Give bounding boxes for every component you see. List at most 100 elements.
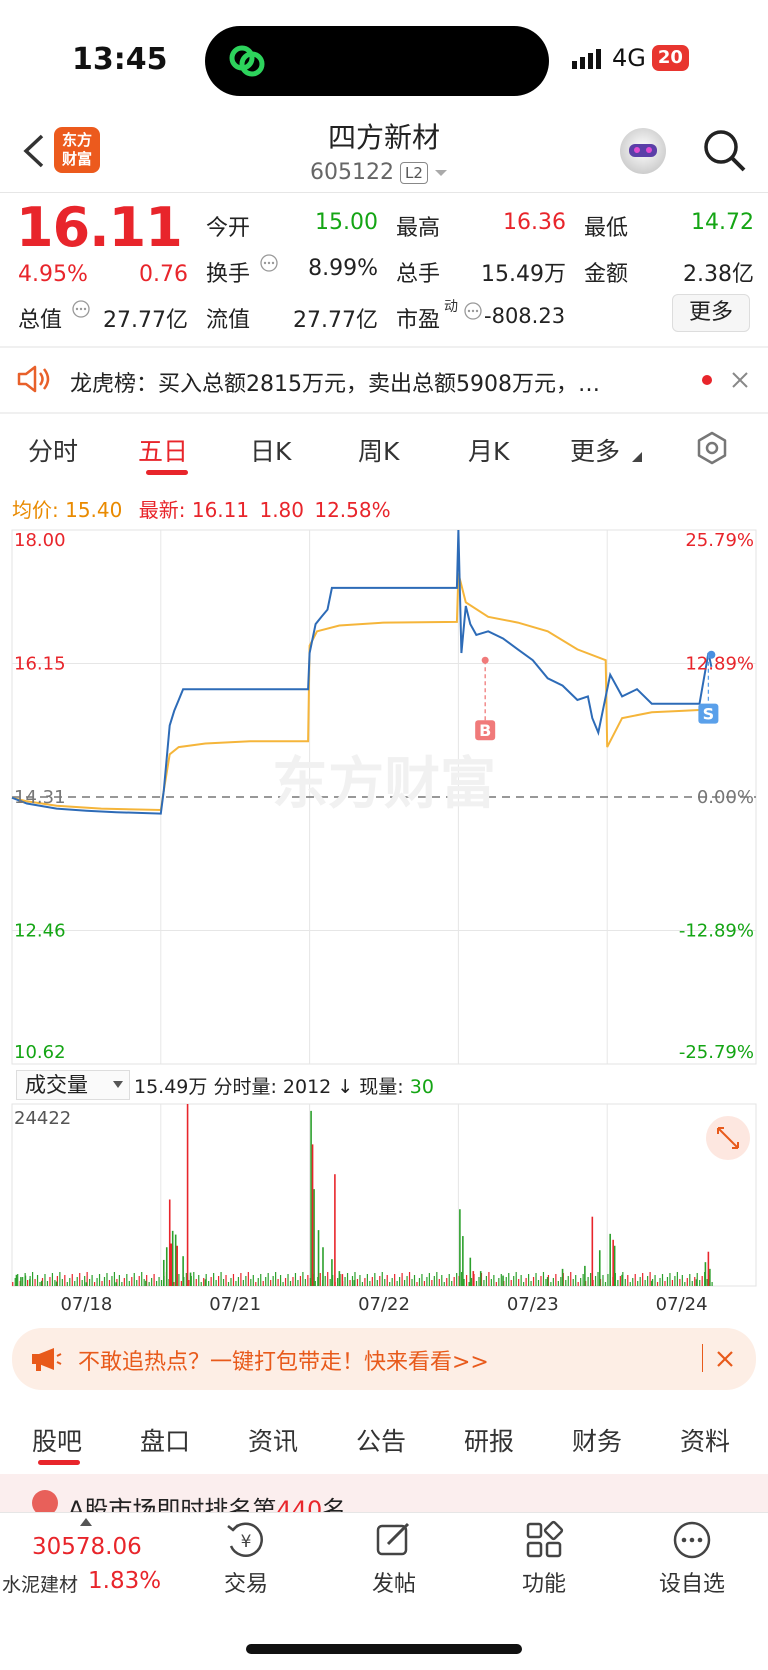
volume-frame (11, 1103, 757, 1287)
latest-change: 1.80 (259, 498, 304, 522)
y-tick-right: -25.79% (679, 1042, 754, 1063)
corner-triangle-icon (632, 452, 642, 462)
tab-active-indicator (38, 1460, 80, 1465)
stock-code-selector[interactable]: 605122 L2 (310, 160, 448, 185)
tab-week-k[interactable]: 周K (358, 432, 399, 468)
notice-text: 龙虎榜：买入总额2815万元，卖出总额5908万元，… (70, 372, 600, 397)
divider (0, 412, 768, 414)
y-tick-right: 12.89% (685, 654, 754, 675)
trade-icon[interactable]: ¥ (225, 1520, 267, 1560)
x-tick-label: 07/24 (656, 1294, 708, 1315)
close-icon[interactable] (716, 1350, 734, 1368)
volume-chart[interactable]: 24422 07/18 07/21 07/22 07/23 07/24 (0, 1100, 768, 1318)
low-label: 最低 (584, 216, 629, 241)
nav-functions[interactable]: 功能 (494, 1566, 594, 1598)
y-tick-right: -12.89% (679, 921, 754, 942)
volume-value: 15.49万 (481, 262, 566, 287)
post-icon[interactable] (374, 1520, 414, 1560)
float-label: 流值 (206, 308, 251, 333)
mktcap-value: 27.77亿 (103, 308, 188, 333)
info-icon[interactable] (260, 254, 278, 272)
open-value: 15.00 (315, 210, 378, 235)
banner-divider (702, 1344, 703, 1372)
turnover-label: 换手 (206, 262, 251, 287)
price-chart[interactable]: 东方财富 B S 18.00 16.15 14.31 12.46 10.62 25.79% 12.… (0, 526, 768, 1074)
open-label: 今开 (206, 216, 251, 241)
tab-research[interactable]: 研报 (464, 1422, 514, 1458)
add-watchlist-icon[interactable] (672, 1520, 712, 1560)
low-value: 14.72 (691, 210, 754, 235)
change-value: 0.76 (139, 262, 188, 287)
more-button[interactable]: 更多 (672, 294, 750, 332)
float-value: 27.77亿 (293, 308, 378, 333)
y-tick-left: 10.62 (14, 1042, 66, 1063)
tab-day-k[interactable]: 日K (250, 432, 291, 468)
volume-info-row: 15.49万 分时量: 2012 ↓ 现量: 30 (134, 1072, 434, 1099)
y-tick-left: 12.46 (14, 921, 66, 942)
volume-indicator-label: 成交量 (25, 1073, 88, 1097)
minute-volume-label: 分时量: (213, 1076, 277, 1098)
tab-forum[interactable]: 股吧 (32, 1422, 82, 1458)
assistant-robot-icon[interactable] (620, 128, 666, 174)
now-volume-label: 现量: (359, 1076, 404, 1098)
unread-dot (702, 375, 712, 385)
marker-b-label: B (479, 721, 491, 740)
app-link-icon (229, 45, 265, 77)
battery-icon: 20 (651, 45, 689, 71)
tab-month-k[interactable]: 月K (468, 432, 509, 468)
nav-add-watchlist[interactable]: 设自选 (642, 1566, 742, 1598)
x-tick-label: 07/22 (358, 1294, 410, 1315)
tab-news[interactable]: 资讯 (248, 1422, 298, 1458)
index-pct: 1.83% (88, 1568, 162, 1594)
chart-info-row: 均价: 15.40 最新: 16.11 1.80 12.58% (12, 494, 391, 523)
volume-indicator-select[interactable]: 成交量 (16, 1070, 130, 1100)
tab-active-indicator (146, 470, 188, 475)
tab-minute[interactable]: 分时 (28, 432, 78, 468)
amount-value: 2.38亿 (683, 262, 754, 287)
down-arrow-icon: ↓ (337, 1076, 354, 1098)
svg-text:¥: ¥ (241, 1532, 252, 1552)
pe-value: -808.23 (484, 304, 566, 328)
tab-announcements[interactable]: 公告 (356, 1422, 406, 1458)
promo-text: 不敢追热点？一键打包带走！快来看看>> (78, 1350, 489, 1375)
status-right: 4G 20 (572, 44, 689, 72)
change-pct: 4.95% (18, 262, 88, 287)
settings-icon[interactable] (694, 430, 730, 466)
nav-trade[interactable]: 交易 (196, 1566, 296, 1598)
x-tick-label: 07/18 (60, 1294, 112, 1315)
search-icon[interactable] (700, 126, 748, 174)
speaker-icon (17, 365, 50, 393)
nav-post[interactable]: 发帖 (344, 1566, 444, 1598)
signal-icon (572, 49, 601, 69)
tab-handicap[interactable]: 盘口 (140, 1422, 190, 1458)
expand-up-icon[interactable] (80, 1518, 92, 1526)
tab-five-day[interactable]: 五日 (138, 432, 188, 468)
tab-profile[interactable]: 资料 (680, 1422, 730, 1458)
pe-label: 市盈 (396, 308, 441, 333)
home-indicator (246, 1644, 522, 1654)
close-icon[interactable] (730, 370, 750, 390)
functions-icon[interactable] (524, 1520, 564, 1560)
turnover-value: 8.99% (308, 256, 378, 281)
info-icon[interactable] (464, 302, 482, 320)
y-tick-left: 16.15 (14, 654, 66, 675)
dropdown-icon (434, 169, 447, 176)
volume-label: 总手 (396, 262, 441, 287)
avg-value: 15.40 (65, 498, 123, 522)
index-value: 30578.06 (32, 1534, 142, 1560)
tab-finance[interactable]: 财务 (572, 1422, 622, 1458)
megaphone-icon (32, 1348, 62, 1371)
watermark: 东方财富 (272, 752, 496, 817)
avg-label: 均价: (12, 498, 59, 522)
network-label: 4G (612, 44, 646, 72)
latest-price: 16.11 (191, 498, 250, 522)
l2-badge: L2 (399, 161, 428, 184)
latest-pct: 12.58% (314, 498, 391, 522)
divider (0, 192, 768, 193)
pe-superscript: 动 (444, 299, 458, 315)
now-volume: 30 (409, 1076, 434, 1098)
y-tick-left: 18.00 (14, 530, 66, 551)
amount-label: 金额 (584, 262, 629, 287)
tab-more[interactable]: 更多 (570, 432, 620, 468)
current-price: 16.11 (16, 196, 183, 259)
